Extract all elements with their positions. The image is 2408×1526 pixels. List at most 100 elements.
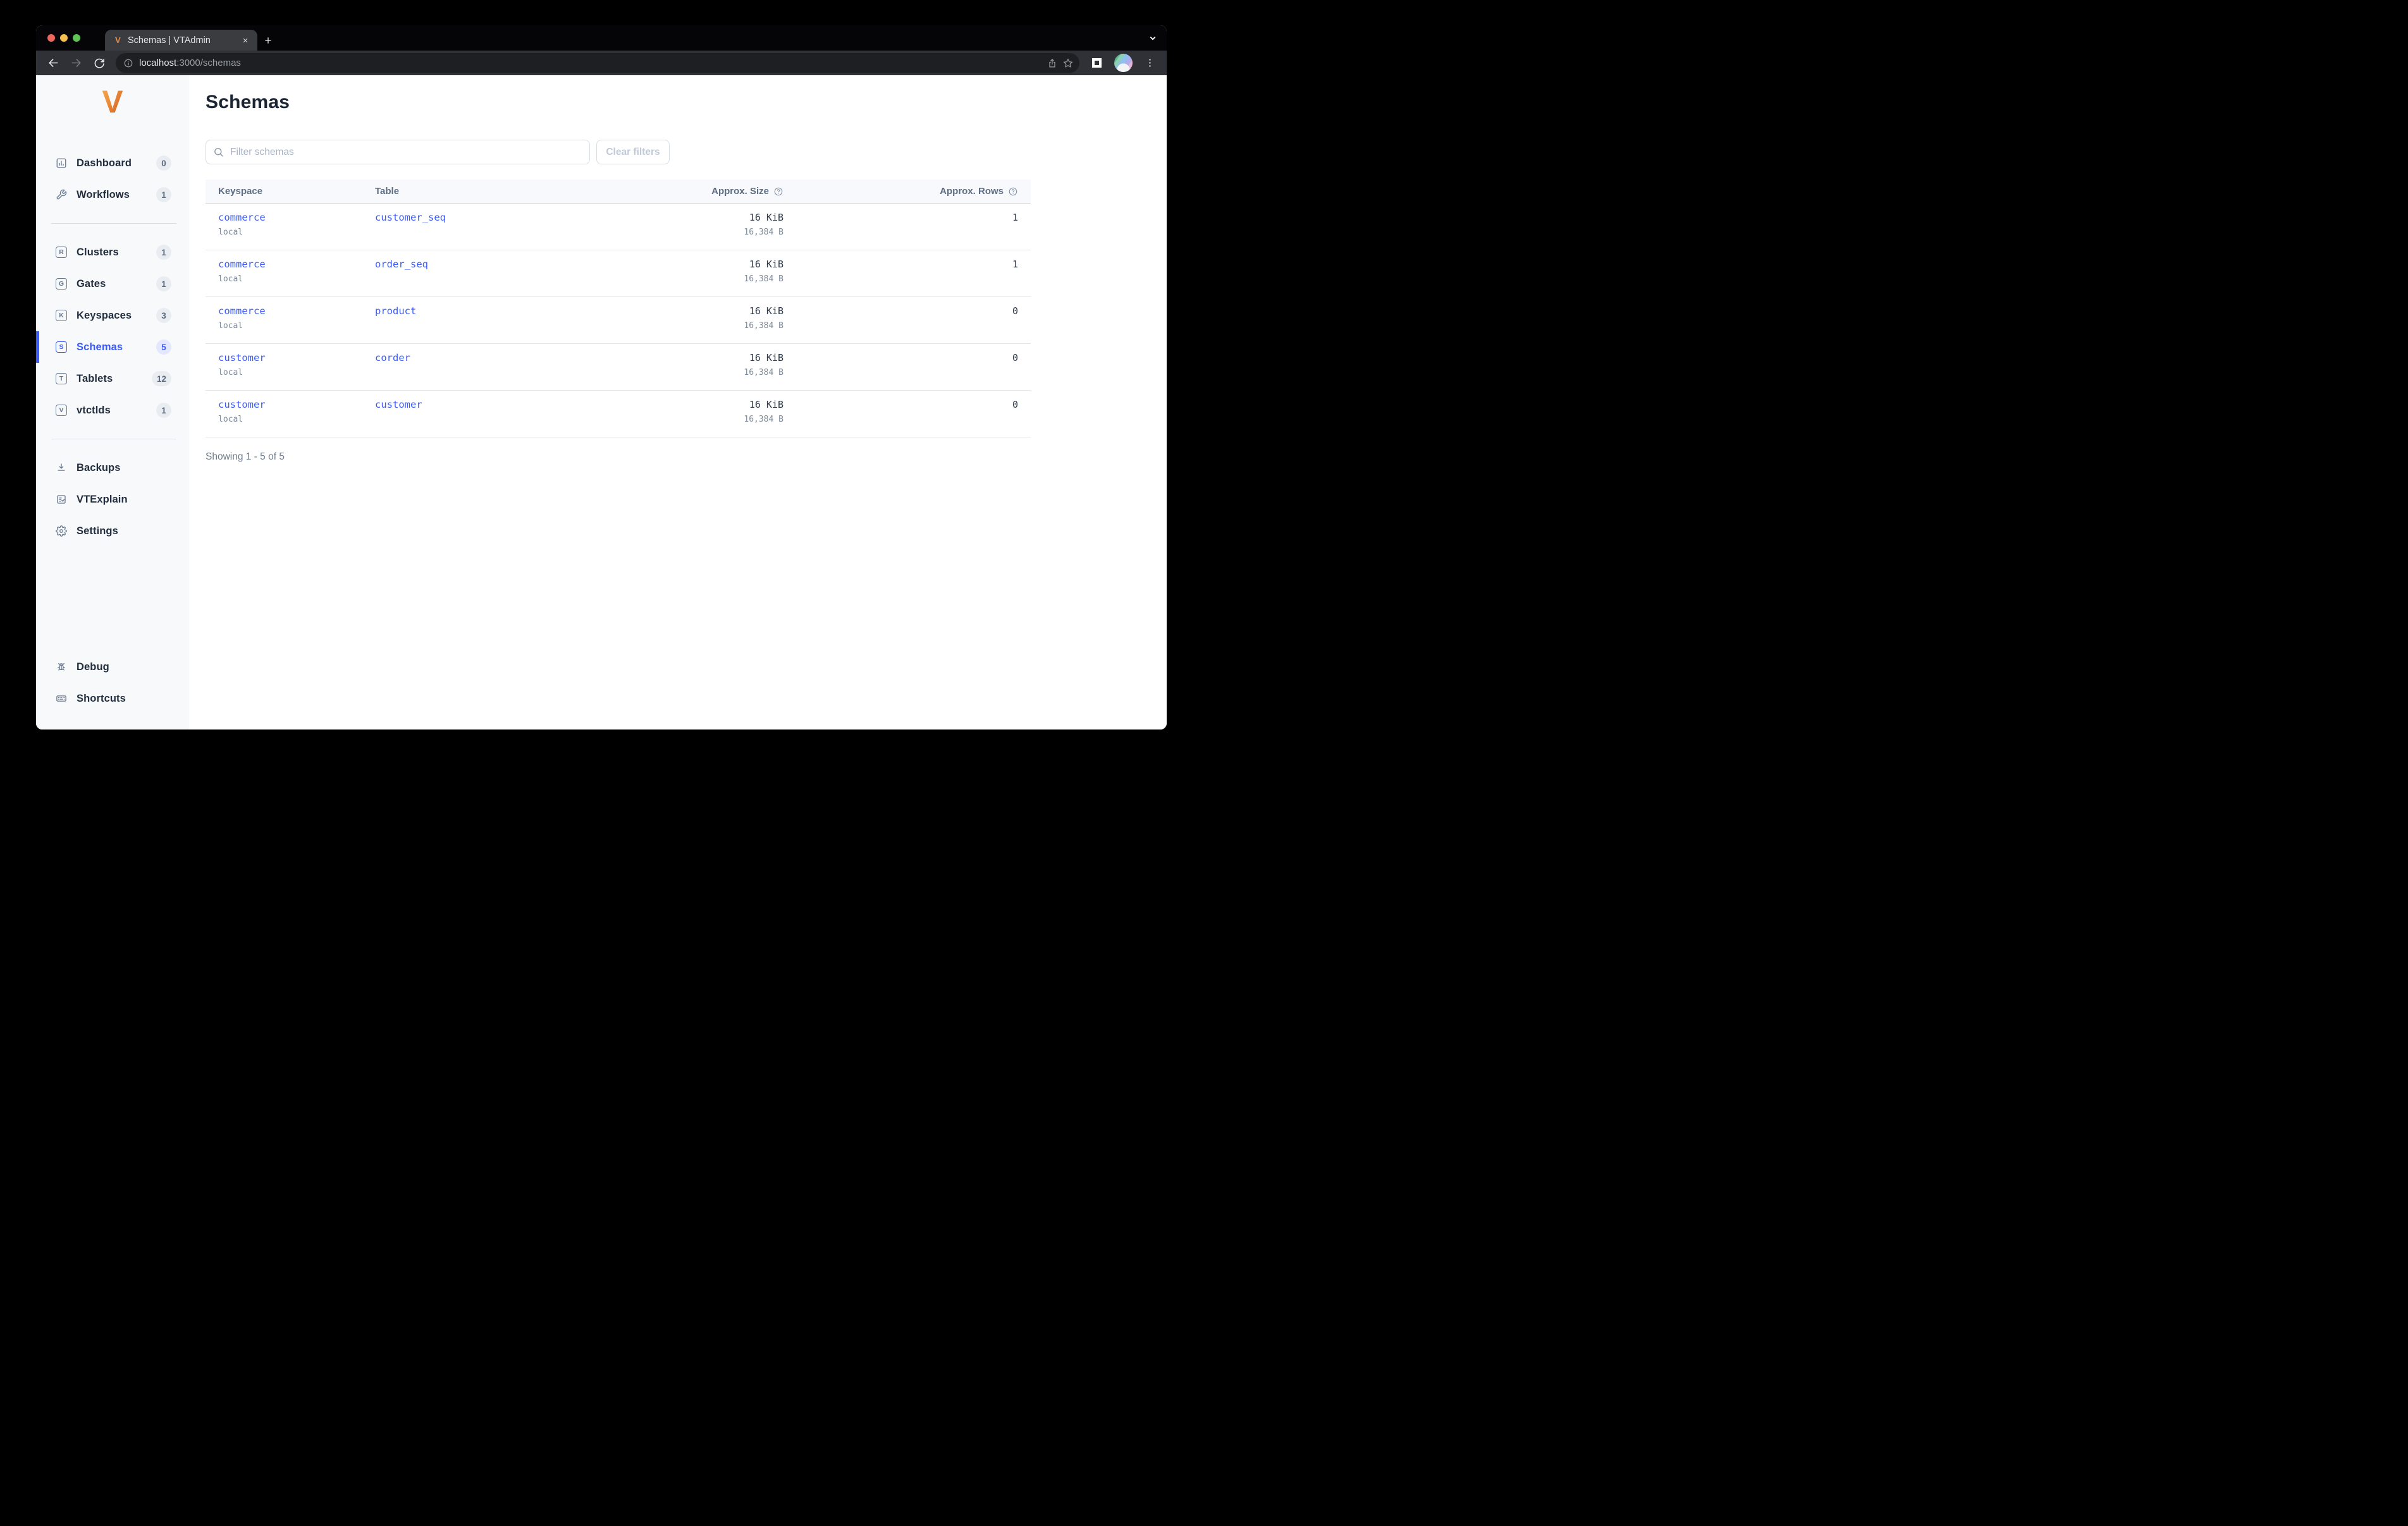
keyspace-link[interactable]: commerce bbox=[218, 212, 266, 223]
column-header-rows: Approx. Rows bbox=[783, 186, 1018, 197]
rows-value: 1 bbox=[1012, 212, 1018, 223]
table-row: customer local corder 16 KiB 16,384 B 0 bbox=[206, 344, 1031, 391]
forward-button[interactable] bbox=[66, 54, 85, 73]
document-check-icon bbox=[56, 494, 67, 505]
sidebar-item-label: VTExplain bbox=[77, 493, 128, 505]
bookmark-star-icon[interactable] bbox=[1063, 58, 1073, 68]
reload-icon bbox=[94, 58, 104, 68]
svg-text:V: V bbox=[115, 36, 121, 44]
size-bytes: 16,384 B bbox=[744, 415, 783, 424]
size-value: 16 KiB bbox=[749, 352, 783, 363]
profile-avatar[interactable] bbox=[1114, 54, 1133, 72]
sidebar-item-vtexplain[interactable]: VTExplain bbox=[36, 484, 189, 515]
page-title: Schemas bbox=[206, 92, 290, 113]
sidebar-item-keyspaces[interactable]: K Keyspaces 3 bbox=[36, 300, 189, 331]
tab-title: Schemas | VTAdmin bbox=[128, 35, 211, 46]
table-row: commerce local order_seq 16 KiB 16,384 B 1 bbox=[206, 250, 1031, 297]
help-icon[interactable] bbox=[773, 186, 783, 197]
share-icon[interactable] bbox=[1047, 58, 1057, 68]
column-header-table: Table bbox=[375, 186, 400, 197]
sidebar-item-backups[interactable]: Backups bbox=[36, 452, 189, 484]
browser-menu-button[interactable] bbox=[1140, 54, 1159, 73]
table-link[interactable]: corder bbox=[375, 352, 410, 363]
vitess-favicon: V bbox=[115, 36, 121, 44]
vitess-logo: V bbox=[102, 89, 123, 116]
sidebar-item-schemas[interactable]: S Schemas 5 bbox=[36, 331, 189, 363]
help-icon[interactable] bbox=[1008, 186, 1018, 197]
sidebar-item-label: Shortcuts bbox=[77, 692, 126, 704]
dashboard-chart-icon bbox=[56, 157, 67, 169]
side-panel-icon[interactable] bbox=[1092, 58, 1102, 68]
minimize-window-button[interactable] bbox=[60, 34, 68, 42]
schemas-table: Keyspace Table Approx. Size Approx. Rows… bbox=[206, 180, 1031, 463]
vtadmin-app: V Dashboard 0 Workflows 1 R Clusters 1 G… bbox=[36, 75, 1167, 729]
table-link[interactable]: customer bbox=[375, 399, 422, 410]
tab-close-icon[interactable] bbox=[240, 35, 251, 46]
back-button[interactable] bbox=[44, 54, 63, 73]
table-link[interactable]: product bbox=[375, 305, 416, 317]
size-value: 16 KiB bbox=[749, 305, 783, 317]
sidebar-item-workflows[interactable]: Workflows 1 bbox=[36, 179, 189, 211]
wrench-icon bbox=[56, 189, 67, 200]
sidebar-item-tablets[interactable]: T Tablets 12 bbox=[36, 363, 189, 394]
cluster-label: local bbox=[218, 368, 243, 377]
cluster-label: local bbox=[218, 415, 243, 424]
sidebar-item-dashboard[interactable]: Dashboard 0 bbox=[36, 147, 189, 179]
count-badge: 12 bbox=[151, 371, 171, 386]
clear-filters-button[interactable]: Clear filters bbox=[596, 140, 670, 164]
keyspace-link[interactable]: commerce bbox=[218, 259, 266, 270]
sidebar-item-vtctlds[interactable]: V vtctlds 1 bbox=[36, 394, 189, 426]
sidebar-item-shortcuts[interactable]: Shortcuts bbox=[36, 683, 189, 714]
sidebar-item-clusters[interactable]: R Clusters 1 bbox=[36, 236, 189, 268]
search-icon bbox=[214, 148, 223, 157]
keyspace-link[interactable]: customer bbox=[218, 399, 266, 410]
keyspace-link[interactable]: commerce bbox=[218, 305, 266, 317]
keyboard-icon bbox=[56, 693, 67, 704]
sidebar-item-label: Tablets bbox=[77, 372, 113, 384]
table-row: customer local customer 16 KiB 16,384 B 0 bbox=[206, 391, 1031, 437]
count-badge: 1 bbox=[156, 276, 171, 291]
bug-icon bbox=[56, 661, 67, 673]
sidebar-item-label: Gates bbox=[77, 278, 106, 290]
sidebar-item-settings[interactable]: Settings bbox=[36, 515, 189, 547]
chevron-down-icon bbox=[1150, 36, 1156, 40]
browser-tab[interactable]: V Schemas | VTAdmin bbox=[105, 30, 257, 51]
filter-schemas-input[interactable] bbox=[206, 140, 590, 164]
sidebar-item-gates[interactable]: G Gates 1 bbox=[36, 268, 189, 300]
keyspace-link[interactable]: customer bbox=[218, 352, 266, 363]
filter-row: Clear filters bbox=[206, 140, 1167, 164]
back-arrow-icon bbox=[48, 59, 58, 67]
size-bytes: 16,384 B bbox=[744, 321, 783, 331]
count-badge: 3 bbox=[156, 308, 171, 323]
url-bar[interactable]: localhost:3000/schemas bbox=[116, 53, 1079, 73]
sidebar-item-label: Workflows bbox=[77, 188, 130, 200]
reload-button[interactable] bbox=[89, 54, 108, 73]
count-badge: 1 bbox=[156, 403, 171, 418]
size-value: 16 KiB bbox=[749, 212, 783, 223]
sidebar-item-debug[interactable]: Debug bbox=[36, 651, 189, 683]
zoom-window-button[interactable] bbox=[73, 34, 80, 42]
table-link[interactable]: customer_seq bbox=[375, 212, 446, 223]
keyspaces-letter-icon: K bbox=[56, 310, 67, 321]
sidebar-item-label: vtctlds bbox=[77, 404, 111, 416]
sidebar: V Dashboard 0 Workflows 1 R Clusters 1 G… bbox=[36, 75, 189, 729]
pagination-summary: Showing 1 - 5 of 5 bbox=[206, 451, 285, 462]
table-link[interactable]: order_seq bbox=[375, 259, 428, 270]
rows-value: 0 bbox=[1012, 352, 1018, 363]
traffic-lights bbox=[36, 25, 89, 51]
close-window-button[interactable] bbox=[47, 34, 55, 42]
new-tab-button[interactable] bbox=[257, 30, 279, 51]
size-bytes: 16,384 B bbox=[744, 274, 783, 284]
site-info-icon[interactable] bbox=[123, 58, 133, 68]
size-bytes: 16,384 B bbox=[744, 228, 783, 237]
download-icon bbox=[56, 462, 67, 473]
tab-strip: V Schemas | VTAdmin bbox=[36, 25, 1167, 51]
sidebar-item-label: Backups bbox=[77, 461, 121, 473]
main-content: Schemas Clear filters Keyspace Table App… bbox=[189, 75, 1167, 729]
sidebar-item-label: Settings bbox=[77, 525, 118, 537]
gear-icon bbox=[56, 525, 67, 537]
desktop: { "browser": { "tab_title": "Schemas | V… bbox=[0, 0, 1204, 763]
browser-toolbar: localhost:3000/schemas bbox=[36, 51, 1167, 75]
tab-search-chevron-button[interactable] bbox=[1139, 25, 1167, 51]
rows-value: 0 bbox=[1012, 399, 1018, 410]
